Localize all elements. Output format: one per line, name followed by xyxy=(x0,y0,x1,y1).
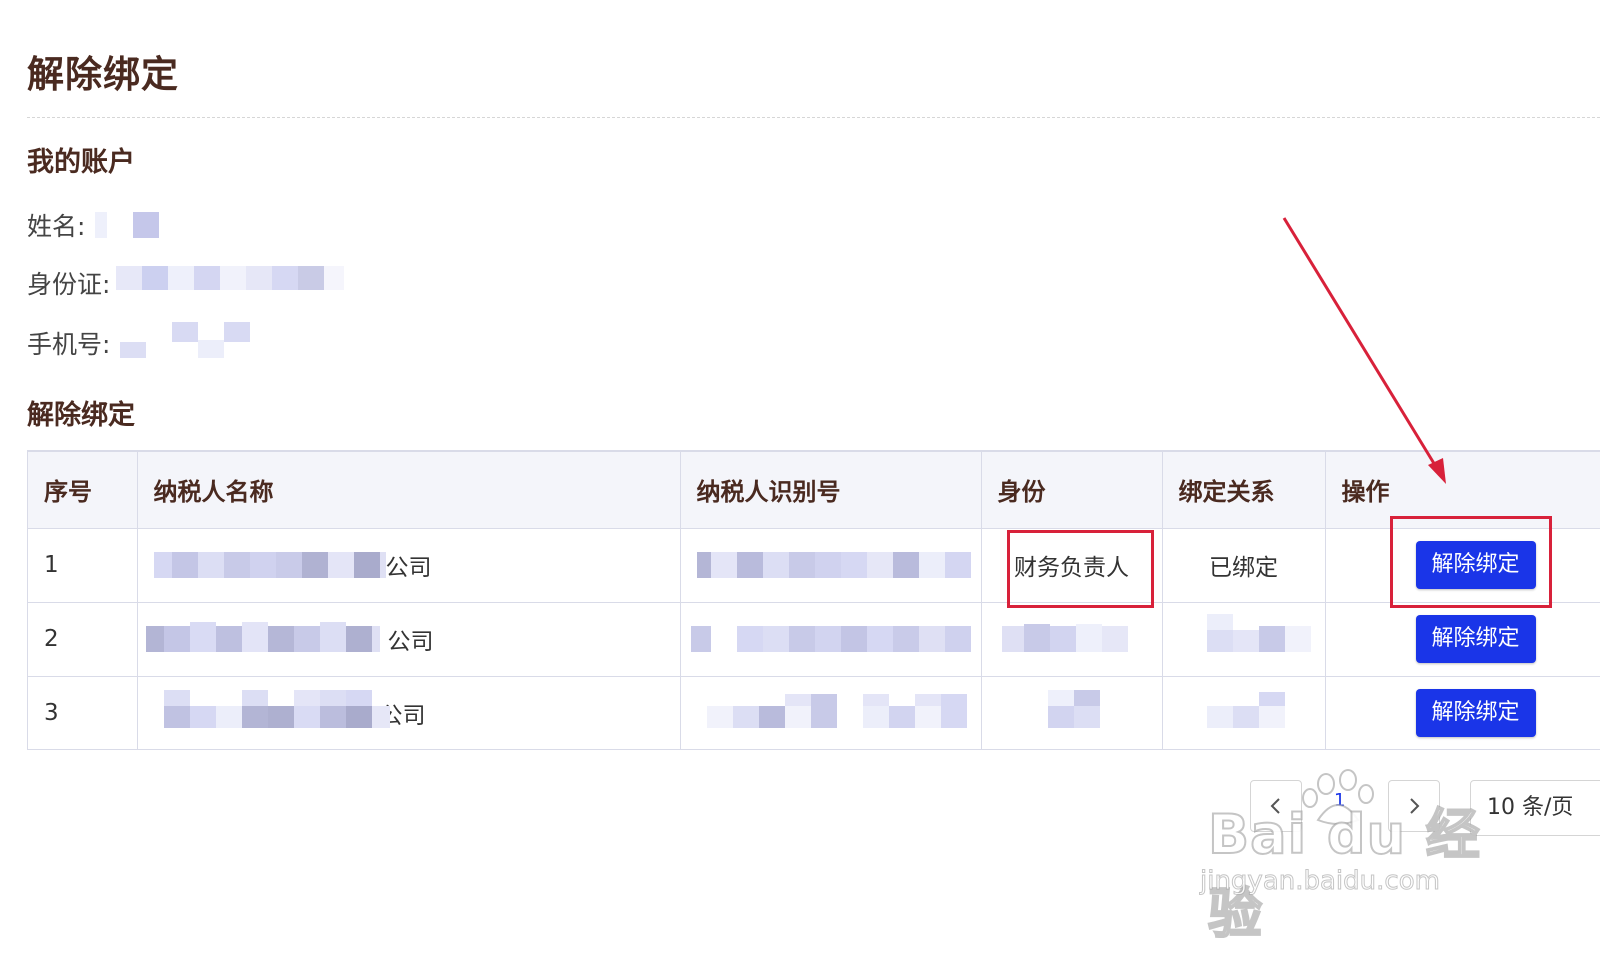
taxpayer-name-cell: 公司 xyxy=(137,602,681,677)
title-divider xyxy=(27,117,1600,118)
taxpayer-name-cell: 公司 xyxy=(137,528,681,603)
table-header-row: 序号 纳税人名称 纳税人识别号 身份 绑定关系 操作 xyxy=(28,452,1600,529)
identity-cell xyxy=(981,602,1163,677)
binding-relation-redacted xyxy=(1206,692,1287,730)
account-section-title: 我的账户 xyxy=(27,147,135,178)
watermark-url: jingyan.baidu.com xyxy=(1200,866,1441,897)
taxpayer-name-redacted xyxy=(145,622,380,656)
binding-relation-redacted xyxy=(1206,614,1311,656)
current-page-number[interactable]: 1 xyxy=(1334,790,1345,811)
taxpayer-id-redacted xyxy=(696,548,971,582)
id-card-row: 身份证: xyxy=(27,266,370,300)
column-header-binding-relation: 绑定关系 xyxy=(1162,452,1326,529)
binding-table: 序号 纳税人名称 纳税人识别号 身份 绑定关系 操作 1 公司 财务负责人 已绑… xyxy=(27,450,1600,750)
name-row: 姓名: xyxy=(27,208,245,242)
identity-redacted xyxy=(1047,690,1128,730)
identity-cell xyxy=(981,676,1163,750)
phone-label: 手机号: xyxy=(27,330,111,359)
next-page-button[interactable] xyxy=(1388,780,1440,832)
phone-row: 手机号: xyxy=(27,322,270,360)
unbind-page: 解除绑定 我的账户 姓名: 身份证: 手机号: 解除绑定 序号 纳税人名称 纳税… xyxy=(0,0,1600,955)
page-title: 解除绑定 xyxy=(27,53,179,96)
taxpayer-id-redacted xyxy=(690,622,973,656)
row-index: 3 xyxy=(28,676,138,750)
taxpayer-name-redacted xyxy=(163,690,390,730)
taxpayer-name-cell: 公司 xyxy=(137,676,681,750)
unbind-button[interactable]: 解除绑定 xyxy=(1415,615,1536,663)
page-size-select[interactable]: 10 条/页 xyxy=(1470,780,1600,836)
chevron-left-icon xyxy=(1270,798,1280,814)
action-cell: 解除绑定 xyxy=(1325,602,1600,677)
taxpayer-id-redacted xyxy=(706,694,971,730)
action-cell: 解除绑定 xyxy=(1325,676,1600,750)
column-header-identity: 身份 xyxy=(981,452,1163,529)
id-card-label: 身份证: xyxy=(27,270,111,299)
taxpayer-name-suffix: 公司 xyxy=(387,629,434,655)
name-value-redacted xyxy=(85,208,245,242)
name-label: 姓名: xyxy=(27,212,86,241)
identity-highlight-box xyxy=(1007,530,1154,608)
unbind-button[interactable]: 解除绑定 xyxy=(1415,689,1536,738)
binding-section-title: 解除绑定 xyxy=(27,400,135,431)
table-row: 3 公司 解除绑定 xyxy=(28,676,1600,750)
taxpayer-id-cell xyxy=(680,602,982,677)
table-row: 2 公司 解除绑定 xyxy=(28,602,1600,677)
identity-redacted xyxy=(1001,622,1128,656)
binding-relation-cell xyxy=(1162,676,1326,750)
binding-relation-cell: 已绑定 xyxy=(1162,528,1326,603)
column-header-taxpayer-name: 纳税人名称 xyxy=(137,452,681,529)
prev-page-button[interactable] xyxy=(1250,780,1302,832)
baidu-jingyan-watermark: Bai du 经验 jingyan.baidu.com xyxy=(1200,769,1500,946)
id-card-value-redacted xyxy=(110,266,370,300)
taxpayer-id-cell xyxy=(680,528,982,603)
taxpayer-name-suffix: 公司 xyxy=(385,555,432,581)
row-index: 1 xyxy=(28,528,138,603)
binding-relation-cell xyxy=(1162,602,1326,677)
unbind-highlight-box xyxy=(1390,516,1552,608)
taxpayer-id-cell xyxy=(680,676,982,750)
table-row: 1 公司 财务负责人 已绑定 解除绑定 xyxy=(28,528,1600,603)
row-index: 2 xyxy=(28,602,138,677)
column-header-taxpayer-id: 纳税人识别号 xyxy=(680,452,982,529)
phone-value-redacted xyxy=(110,322,270,360)
chevron-right-icon xyxy=(1410,798,1420,814)
column-header-index: 序号 xyxy=(28,452,138,529)
taxpayer-name-redacted xyxy=(153,548,386,582)
